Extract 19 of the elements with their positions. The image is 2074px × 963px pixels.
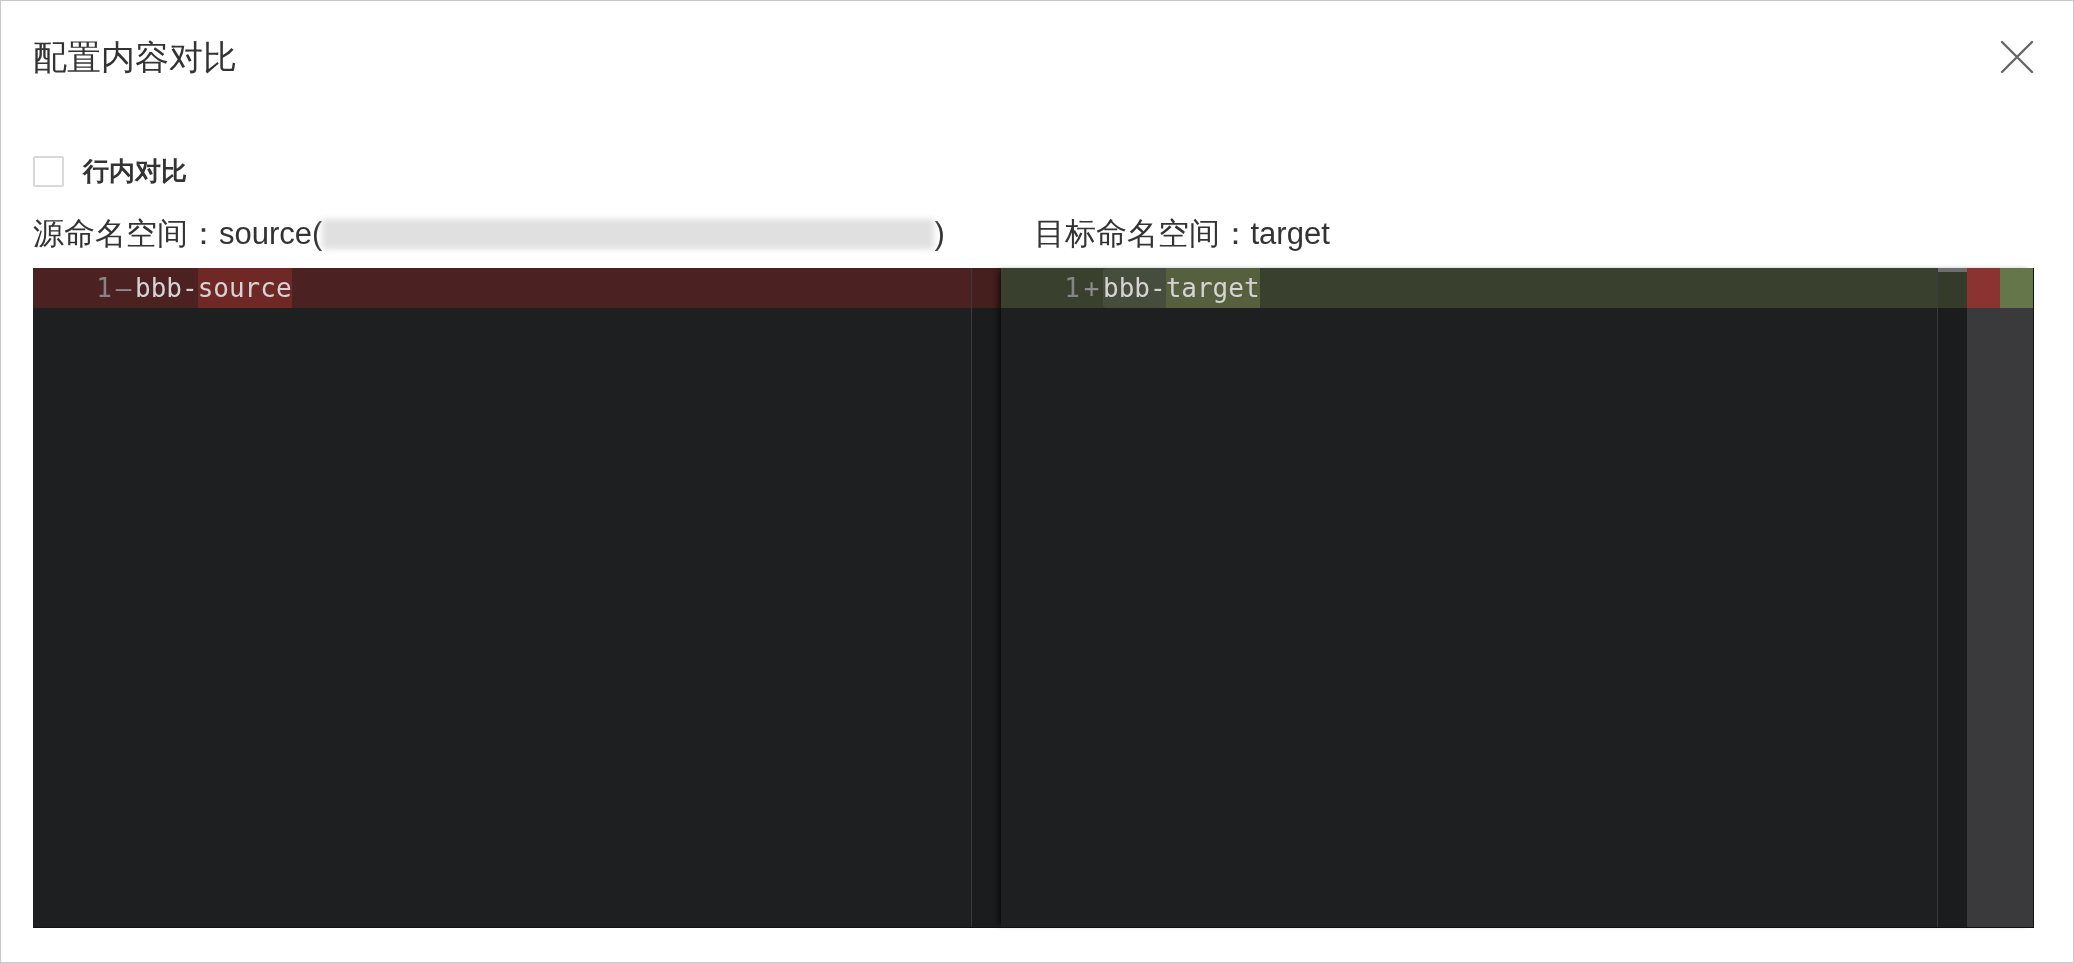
namespace-label: 源命名空间：source( <box>33 215 323 253</box>
diff-sign: — <box>114 272 133 305</box>
close-icon <box>2000 39 2034 74</box>
close-button[interactable] <box>2000 39 2034 74</box>
checkbox-label[interactable]: 行内对比 <box>83 156 187 187</box>
scrollbar-track[interactable] <box>971 268 1001 927</box>
diff-sign: + <box>1082 272 1101 305</box>
insertion-marker-icon <box>2000 268 2033 308</box>
code-text: bbb-target <box>1103 268 1260 308</box>
line-number: 1 <box>1063 272 1080 305</box>
scrollbar-thumb[interactable] <box>1938 268 1967 272</box>
label-suffix: ) <box>934 215 945 253</box>
code-text: bbb-source <box>135 268 292 308</box>
line-number: 1 <box>95 272 112 305</box>
scrollbar-track[interactable] <box>1937 268 1967 927</box>
removal-marker-icon <box>1967 268 2000 308</box>
dialog-title: 配置内容对比 <box>33 36 237 77</box>
namespace-label: 目标命名空间：target <box>1033 215 1330 253</box>
checkbox[interactable] <box>33 156 64 187</box>
